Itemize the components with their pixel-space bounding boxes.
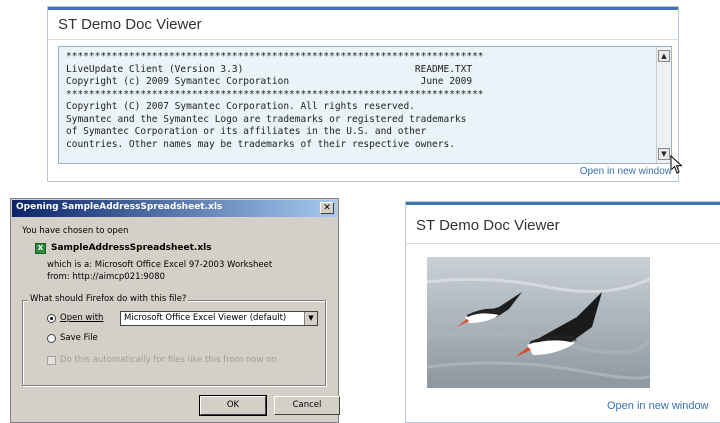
- groupbox-label: What should Firefox do with this file?: [28, 294, 189, 304]
- auto-action-label: Do this automatically for files like thi…: [60, 355, 280, 365]
- readme-line: Symantec and the Symantec Logo are trade…: [66, 113, 467, 125]
- open-in-new-window-link[interactable]: Open in new window: [580, 166, 672, 177]
- save-file-radio[interactable]: [47, 334, 56, 343]
- vertical-scrollbar[interactable]: ▲ ▼: [656, 47, 671, 163]
- close-icon: ✕: [323, 203, 331, 213]
- file-source-text: from: http://aimcp021:9080: [47, 272, 166, 282]
- readme-line: ****************************************…: [66, 88, 484, 100]
- header-accent-bar: [406, 202, 720, 205]
- dialog-title: Opening SampleAddressSpreadsheet.xls: [16, 202, 223, 212]
- open-with-radio[interactable]: [47, 314, 56, 323]
- ok-button[interactable]: OK: [199, 395, 267, 416]
- excel-file-icon: X: [35, 243, 46, 254]
- readme-line: LiveUpdate Client (Version 3.3) README.T…: [66, 63, 473, 75]
- title-divider: [48, 39, 678, 40]
- doc-viewer-text: ST Demo Doc Viewer *********************…: [47, 6, 683, 182]
- close-button[interactable]: ✕: [320, 202, 334, 214]
- mouse-cursor-icon: [670, 155, 683, 174]
- readme-line: Copyright (C) 2007 Symantec Corporation.…: [66, 101, 415, 112]
- dialog-titlebar[interactable]: Opening SampleAddressSpreadsheet.xls ✕: [12, 200, 337, 217]
- file-type-text: which is a: Microsoft Office Excel 97-20…: [47, 260, 273, 270]
- title-divider: [406, 243, 720, 244]
- scroll-up-button[interactable]: ▲: [658, 50, 670, 62]
- readme-line: ****************************************…: [66, 51, 484, 62]
- doc-viewer-image: ST Demo Doc Viewer Open in new window: [405, 201, 720, 423]
- scroll-down-button[interactable]: ▼: [658, 148, 670, 160]
- open-in-new-window-link[interactable]: Open in new window: [607, 400, 709, 412]
- readme-line: Copyright (c) 2009 Symantec Corporation …: [66, 76, 473, 87]
- open-with-select[interactable]: Microsoft Office Excel Viewer (default) …: [120, 311, 318, 326]
- save-file-label[interactable]: Save File: [60, 333, 98, 343]
- open-with-value: Microsoft Office Excel Viewer (default): [124, 313, 287, 323]
- chosen-to-open-text: You have chosen to open: [22, 226, 129, 236]
- open-with-label[interactable]: Open with: [60, 313, 103, 323]
- action-groupbox: What should Firefox do with this file? O…: [22, 294, 326, 386]
- skimmer-birds-photo: [427, 257, 650, 388]
- auto-action-checkbox[interactable]: [47, 356, 56, 365]
- readme-text-area[interactable]: ****************************************…: [58, 46, 672, 164]
- viewer-title: ST Demo Doc Viewer: [416, 217, 560, 234]
- chevron-down-icon[interactable]: ▼: [304, 312, 317, 325]
- viewer-title: ST Demo Doc Viewer: [58, 16, 202, 33]
- cancel-button[interactable]: Cancel: [274, 396, 340, 415]
- readme-text: ****************************************…: [66, 51, 656, 151]
- download-dialog: Opening SampleAddressSpreadsheet.xls ✕ Y…: [10, 198, 340, 423]
- header-accent-bar: [48, 7, 678, 10]
- readme-line: countries. Other names may be trademarks…: [66, 138, 455, 150]
- file-name: SampleAddressSpreadsheet.xls: [51, 243, 212, 253]
- readme-line: of Symantec Corporation or its affiliate…: [66, 126, 427, 137]
